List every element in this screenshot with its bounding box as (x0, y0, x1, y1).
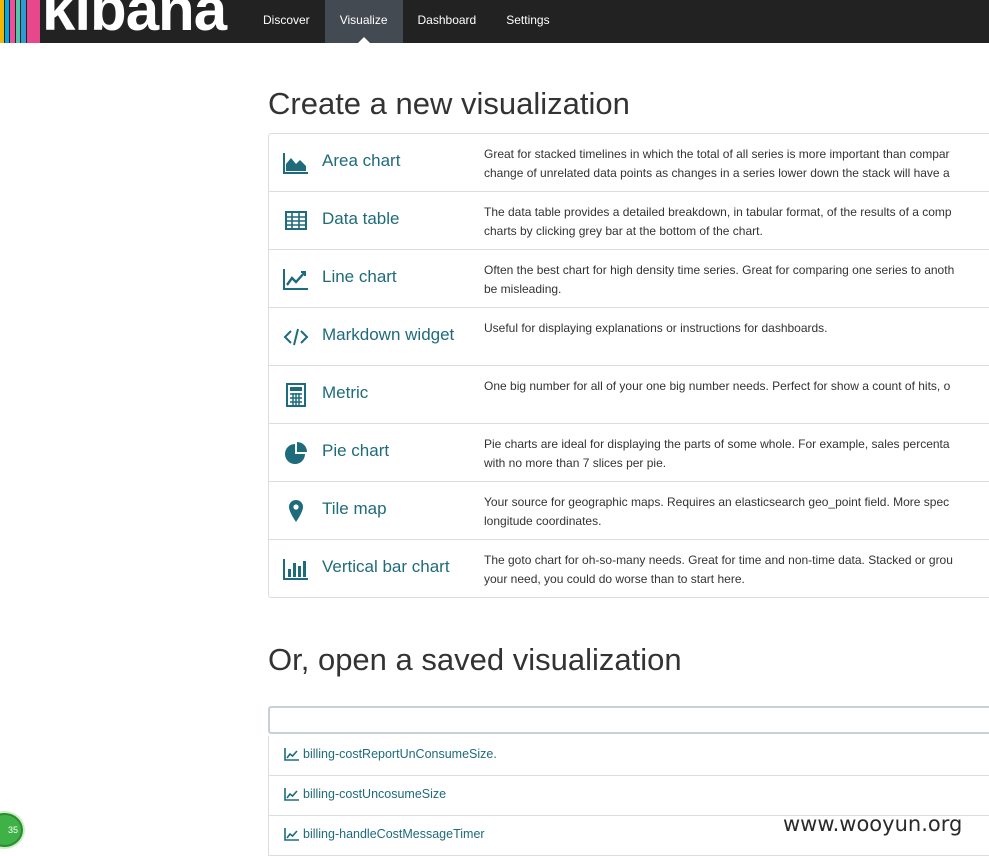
saved-visualization-list: billing-costReportUnConsumeSize. billing… (268, 736, 989, 856)
watermark-text: www.wooyun.org (783, 812, 963, 836)
vis-type-title: Tile map (322, 499, 387, 518)
vis-type-tile-map[interactable]: Tile map Your source for geographic maps… (269, 481, 989, 539)
vis-type-description: Often the best chart for high density ti… (484, 263, 955, 296)
logo-stripe (16, 0, 20, 43)
top-navbar: kibana Discover Visualize Dashboard Sett… (0, 0, 989, 43)
logo-stripe (21, 0, 26, 43)
logo-wordmark: kibana (42, 0, 227, 43)
line-chart-icon (284, 788, 299, 801)
create-heading: Create a new visualization (268, 86, 630, 121)
logo-stripe (10, 0, 15, 43)
main-nav: Discover Visualize Dashboard Settings (248, 0, 565, 43)
vis-type-vertical-bar-chart[interactable]: Vertical bar chart The goto chart for oh… (269, 539, 989, 597)
vis-type-description: The goto chart for oh-so-many needs. Gre… (484, 553, 953, 586)
logo-stripe (5, 0, 9, 43)
vis-type-description: Great for stacked timelines in which the… (484, 147, 950, 180)
saved-visualization-label: billing-costReportUnConsumeSize. (303, 747, 497, 761)
vis-type-line-chart[interactable]: Line chart Often the best chart for high… (269, 249, 989, 307)
saved-heading: Or, open a saved visualization (268, 642, 682, 677)
saved-visualization-label: billing-handleCostMessageTimer (303, 827, 485, 841)
saved-search-input[interactable] (268, 706, 989, 734)
vis-type-title: Metric (322, 383, 369, 402)
vis-type-description: The data table provides a detailed break… (484, 205, 952, 238)
saved-visualization-label: billing-costUncosumeSize (303, 787, 447, 801)
vis-type-title: Vertical bar chart (322, 557, 450, 576)
vis-type-pie-chart[interactable]: Pie chart Pie charts are ideal for displ… (269, 423, 989, 481)
nav-tab-discover[interactable]: Discover (248, 0, 325, 43)
nav-tab-dashboard[interactable]: Dashboard (403, 0, 492, 43)
line-chart-icon (284, 828, 299, 841)
bar-chart-icon (283, 557, 309, 581)
nav-tab-visualize[interactable]: Visualize (324, 0, 403, 43)
vis-type-description: Pie charts are ideal for displaying the … (484, 437, 950, 470)
vis-type-title: Area chart (322, 151, 401, 170)
map-marker-icon (283, 499, 309, 523)
visualization-type-list: Area chart Great for stacked timelines i… (268, 133, 989, 598)
area-chart-icon (283, 151, 309, 175)
vis-type-title: Data table (322, 209, 400, 228)
line-chart-icon (283, 267, 309, 291)
kibana-logo[interactable]: kibana (0, 0, 248, 43)
vis-type-description: Your source for geographic maps. Require… (484, 495, 950, 528)
vis-type-title: Pie chart (322, 441, 390, 460)
vis-type-data-table[interactable]: Data table The data table provides a det… (269, 191, 989, 249)
vis-type-area-chart[interactable]: Area chart Great for stacked timelines i… (269, 134, 989, 191)
saved-visualization-item[interactable]: billing-costReportUnConsumeSize. (269, 736, 989, 776)
vis-type-title: Markdown widget (322, 325, 455, 344)
pie-chart-icon (283, 441, 309, 465)
code-icon (283, 325, 309, 349)
vis-type-title: Line chart (322, 267, 397, 286)
vis-type-markdown-widget[interactable]: Markdown widget Useful for displaying ex… (269, 307, 989, 365)
vis-type-description: One big number for all of your one big n… (484, 379, 951, 393)
logo-stripe (27, 0, 40, 43)
calculator-icon (283, 383, 309, 407)
table-icon (283, 209, 309, 233)
saved-visualization-item[interactable]: billing-costUncosumeSize (269, 776, 989, 816)
nav-tab-settings[interactable]: Settings (491, 0, 564, 43)
line-chart-icon (284, 748, 299, 761)
floating-badge[interactable]: 35 (0, 813, 23, 847)
logo-stripe (0, 0, 4, 43)
vis-type-description: Useful for displaying explanations or in… (484, 321, 828, 335)
vis-type-metric[interactable]: Metric One big number for all of your on… (269, 365, 989, 423)
